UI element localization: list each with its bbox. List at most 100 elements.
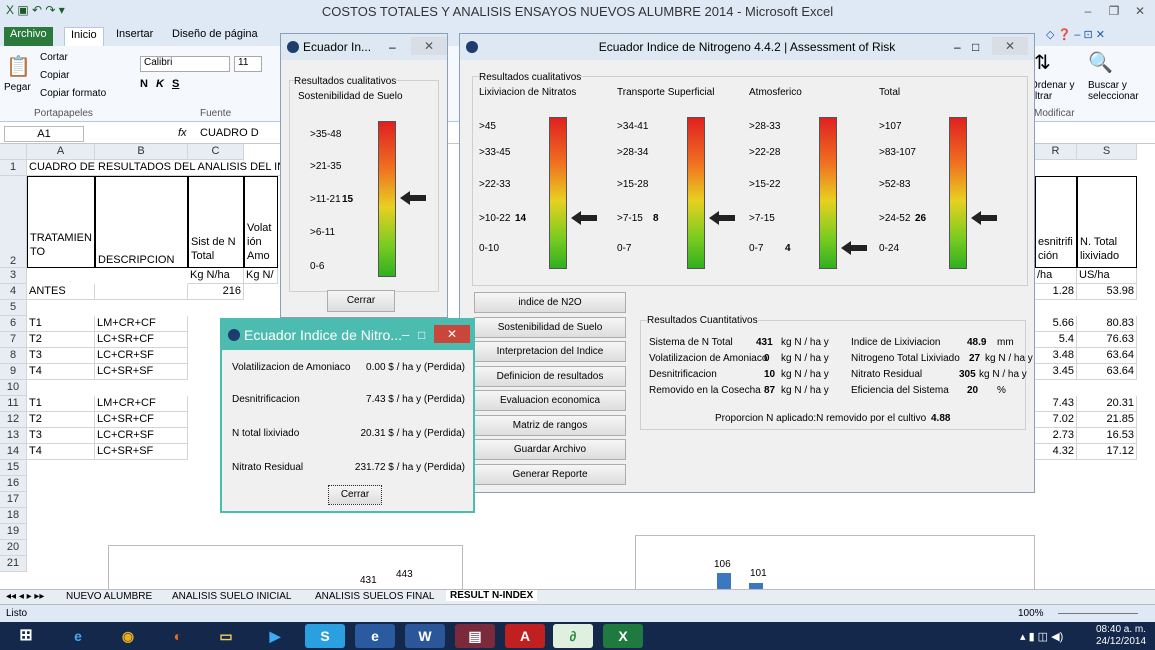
cell-treatment[interactable]: T2 bbox=[27, 412, 95, 428]
row-header[interactable]: 1 bbox=[0, 160, 27, 176]
cell-n-lixiviado[interactable]: 17.12 bbox=[1077, 444, 1137, 460]
paste-icon[interactable]: 📋 bbox=[6, 54, 31, 79]
winrar-icon[interactable]: ▤ bbox=[455, 624, 495, 648]
clock-time[interactable]: 08:40 a. m. bbox=[1092, 624, 1150, 635]
cell-description[interactable]: LC+SR+SF bbox=[95, 364, 188, 380]
cell-desnitrificacion[interactable]: 2.73 bbox=[1035, 428, 1077, 444]
close-icon[interactable]: ✕ bbox=[411, 37, 447, 55]
cell-description[interactable]: LM+CR+CF bbox=[95, 316, 188, 332]
col-header-c[interactable]: C bbox=[188, 144, 244, 160]
cell-description[interactable]: LC+CR+SF bbox=[95, 428, 188, 444]
cell-treatment[interactable]: T3 bbox=[27, 348, 95, 364]
unit-d[interactable]: Kg N/ bbox=[244, 268, 278, 284]
name-box[interactable]: A1 bbox=[4, 126, 84, 142]
header-tratamiento[interactable]: TRATAMIEN TO bbox=[27, 176, 95, 268]
format-painter-button[interactable]: Copiar formato bbox=[40, 88, 106, 99]
row-header[interactable]: 3 bbox=[0, 268, 27, 284]
sort-icon[interactable]: ⇅ bbox=[1034, 50, 1051, 75]
cell-n-lixiviado[interactable]: 80.83 bbox=[1077, 316, 1137, 332]
unit-s[interactable]: US/ha bbox=[1077, 268, 1137, 284]
find-select-button[interactable]: Buscar y seleccionar bbox=[1088, 80, 1154, 102]
cell-antes-s[interactable]: 53.98 bbox=[1077, 284, 1137, 300]
cell-treatment[interactable]: T3 bbox=[27, 428, 95, 444]
row-header[interactable]: 17 bbox=[0, 492, 27, 508]
sort-filter-button[interactable]: Ordenar y filtrar bbox=[1030, 80, 1084, 102]
font-name-select[interactable]: Calibri bbox=[140, 56, 230, 72]
ie-icon[interactable]: e bbox=[58, 624, 98, 648]
help-icon[interactable]: ◇ ❓ – ⊡ ✕ bbox=[1040, 27, 1111, 46]
chrome-icon[interactable]: ◉ bbox=[108, 624, 148, 648]
col-header-a[interactable]: A bbox=[27, 144, 95, 160]
minimize-button[interactable]: – bbox=[1075, 2, 1101, 20]
row-header[interactable]: 18 bbox=[0, 508, 27, 524]
sheet-tab-analisis-suelos-final[interactable]: ANALISIS SUELOS FINAL bbox=[315, 591, 435, 602]
close-icon[interactable]: ✕ bbox=[434, 325, 470, 343]
close-button-cost[interactable]: Cerrar bbox=[328, 485, 382, 505]
action-button[interactable]: Interpretacion del Indice bbox=[474, 341, 626, 362]
row-header[interactable]: 21 bbox=[0, 556, 27, 572]
tab-inicio[interactable]: Inicio bbox=[64, 27, 104, 47]
cut-button[interactable]: Cortar bbox=[40, 52, 68, 63]
row-header[interactable]: 7 bbox=[0, 332, 27, 348]
sheet-tab-analisis-suelo-inicial[interactable]: ANALISIS SUELO INICIAL bbox=[172, 591, 292, 602]
cell-description[interactable]: LC+SR+SF bbox=[95, 444, 188, 460]
cell-n-lixiviado[interactable]: 21.85 bbox=[1077, 412, 1137, 428]
cell-antes-b[interactable] bbox=[95, 284, 188, 300]
col-header-b[interactable]: B bbox=[95, 144, 188, 160]
underline-button[interactable]: S bbox=[172, 78, 179, 90]
action-button[interactable]: Evaluacion economica bbox=[474, 390, 626, 411]
action-button[interactable]: Matriz de rangos bbox=[474, 414, 626, 436]
row-header[interactable]: 14 bbox=[0, 444, 27, 460]
cell-desnitrificacion[interactable]: 3.48 bbox=[1035, 348, 1077, 364]
edge-app-icon[interactable]: e bbox=[355, 624, 395, 648]
copy-button[interactable]: Copiar bbox=[40, 70, 69, 81]
italic-button[interactable]: K bbox=[156, 78, 164, 90]
close-icon[interactable]: ✕ bbox=[992, 37, 1028, 55]
row-header[interactable]: 20 bbox=[0, 540, 27, 556]
folder-icon[interactable]: ▭ bbox=[206, 624, 246, 648]
close-button[interactable]: ✕ bbox=[1127, 2, 1153, 20]
cell-desnitrificacion[interactable]: 7.43 bbox=[1035, 396, 1077, 412]
cell-desnitrificacion[interactable]: 7.02 bbox=[1035, 412, 1077, 428]
tray-icons[interactable]: ▴ ▮ ◫ ◀) bbox=[1020, 630, 1063, 643]
row-header[interactable]: 10 bbox=[0, 380, 27, 396]
cell-desnitrificacion[interactable]: 4.32 bbox=[1035, 444, 1077, 460]
minimize-icon[interactable]: – bbox=[954, 34, 961, 60]
binoculars-icon[interactable]: 🔍 bbox=[1088, 50, 1113, 75]
fx-icon[interactable]: fx bbox=[178, 127, 187, 139]
cell-description[interactable]: LC+CR+SF bbox=[95, 348, 188, 364]
clock-date[interactable]: 24/12/2014 bbox=[1092, 636, 1150, 647]
cell-antes-r[interactable]: 1.28 bbox=[1035, 284, 1077, 300]
tab-diseno[interactable]: Diseño de página bbox=[166, 27, 264, 46]
action-button[interactable]: Generar Reporte bbox=[474, 463, 626, 485]
sheet-tab-result-n-index[interactable]: RESULT N-INDEX bbox=[446, 590, 538, 601]
cell-desnitrificacion[interactable]: 5.66 bbox=[1035, 316, 1077, 332]
header-volatilizacion[interactable]: Volat ión Amo bbox=[244, 176, 278, 268]
bold-button[interactable]: N bbox=[140, 78, 148, 90]
action-button[interactable]: Sostenibilidad de Suelo bbox=[474, 316, 626, 338]
cell-treatment[interactable]: T1 bbox=[27, 396, 95, 412]
app-d2s-icon[interactable]: ∂ bbox=[553, 624, 593, 648]
sheet-tab-nuevo-alumbre[interactable]: NUEVO ALUMBRE bbox=[66, 591, 152, 602]
unit-c[interactable]: Kg N/ha bbox=[188, 268, 244, 284]
zoom-slider[interactable] bbox=[1058, 613, 1138, 614]
row-header[interactable]: 13 bbox=[0, 428, 27, 444]
acrobat-icon[interactable]: A bbox=[505, 624, 545, 648]
row-header[interactable]: 4 bbox=[0, 284, 27, 300]
col-header-r[interactable]: R bbox=[1035, 144, 1077, 160]
maximize-icon[interactable]: □ bbox=[418, 320, 425, 350]
skype-icon[interactable]: S bbox=[305, 624, 345, 648]
cell-description[interactable]: LM+CR+CF bbox=[95, 396, 188, 412]
zoom-level[interactable]: 100% bbox=[1018, 608, 1044, 619]
tab-insertar[interactable]: Insertar bbox=[110, 27, 159, 46]
cell-desnitrificacion[interactable]: 3.45 bbox=[1035, 364, 1077, 380]
row-header[interactable]: 8 bbox=[0, 348, 27, 364]
cell-desnitrificacion[interactable]: 5.4 bbox=[1035, 332, 1077, 348]
sheet-nav-icon[interactable]: ◂◂ ◂ ▸ ▸▸ bbox=[6, 591, 44, 602]
firefox-icon[interactable]: ◐ bbox=[158, 624, 198, 648]
col-header-s[interactable]: S bbox=[1077, 144, 1137, 160]
header-desnitrificacion[interactable]: esnitrifi ción bbox=[1035, 176, 1077, 268]
header-sist-n-total[interactable]: Sist de N Total bbox=[188, 176, 244, 268]
tab-archivo[interactable]: Archivo bbox=[4, 27, 53, 46]
cell-antes[interactable]: ANTES bbox=[27, 284, 95, 300]
